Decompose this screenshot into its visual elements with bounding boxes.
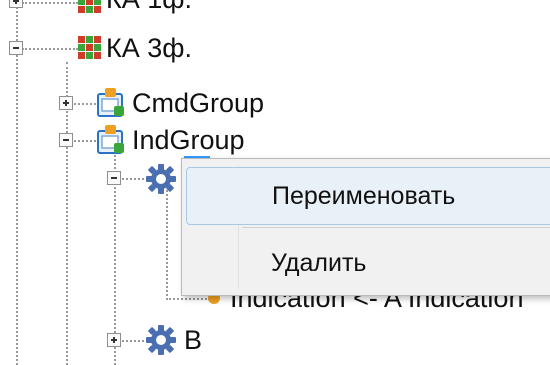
- collapse-toggle[interactable]: [107, 171, 121, 185]
- grid-icon: [78, 0, 102, 19]
- tree-item-label[interactable]: IndGroup: [132, 125, 245, 155]
- tree-connector: [122, 340, 144, 342]
- tree-item-label[interactable]: CmdGroup: [132, 88, 264, 118]
- tree-item-label[interactable]: КА 1ф.: [106, 0, 192, 14]
- tree-guide-line: [166, 190, 168, 300]
- gear-icon: [146, 325, 176, 360]
- menu-separator: [242, 227, 550, 228]
- group-icon: [96, 125, 126, 160]
- tree-item-label[interactable]: КА 3ф.: [106, 33, 192, 63]
- rename-menu-item[interactable]: Переименовать: [186, 167, 550, 225]
- tree-item-label[interactable]: B: [184, 325, 202, 355]
- tree-view[interactable]: КА 1ф. КА 3ф. CmdGroup I: [0, 0, 550, 365]
- grid-icon: [78, 36, 102, 65]
- tree-connector: [122, 178, 144, 180]
- tree-connector: [74, 103, 96, 105]
- delete-menu-item[interactable]: Удалить: [186, 235, 550, 291]
- context-menu: Переименовать Удалить: [181, 158, 550, 296]
- collapse-toggle[interactable]: [9, 41, 23, 55]
- tree-connector: [22, 48, 78, 50]
- expand-toggle[interactable]: [107, 333, 121, 347]
- menu-item-label: Удалить: [271, 249, 367, 277]
- expand-toggle[interactable]: [59, 96, 73, 110]
- collapse-toggle[interactable]: [59, 133, 73, 147]
- expand-toggle[interactable]: [9, 0, 23, 8]
- group-icon: [96, 88, 126, 123]
- tree-connector: [74, 140, 96, 142]
- gear-icon: [146, 164, 176, 199]
- tree-connector: [166, 298, 210, 300]
- tree-connector: [22, 2, 78, 4]
- menu-item-label: Переименовать: [272, 182, 456, 210]
